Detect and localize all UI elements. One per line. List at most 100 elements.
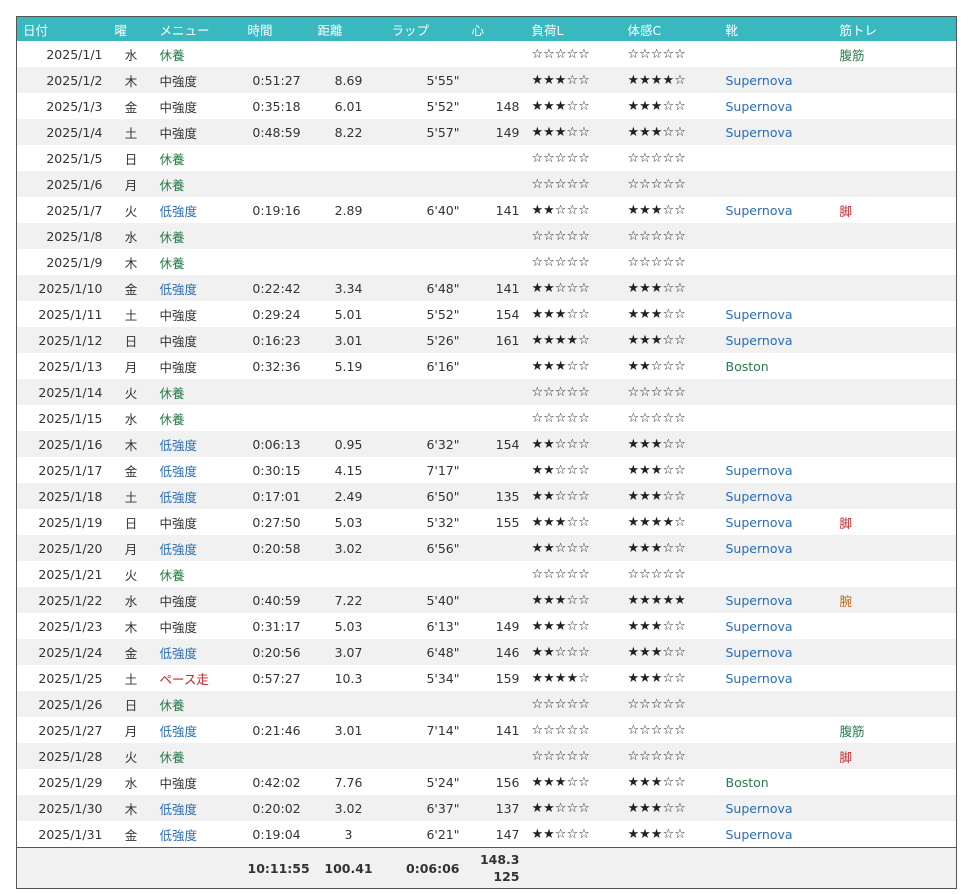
cell-strength (833, 327, 957, 353)
cell-load: ☆☆☆☆☆ (525, 379, 622, 405)
table-row[interactable]: 2025/1/6 月休養 ☆☆☆☆☆ ☆☆☆☆☆ (16, 171, 957, 197)
cell-lap: 6'32" (385, 431, 466, 457)
cell-load: ★★★☆☆ (531, 306, 590, 322)
cell-time: 0:06:13 (241, 431, 312, 457)
col-header-menu[interactable]: メニュー (153, 16, 242, 41)
table-row[interactable]: 2025/1/1 水 休養 ☆☆☆☆☆ ☆☆☆☆☆ 腹筋 (17, 41, 957, 67)
cell-shoes (719, 379, 834, 405)
cell-time: 0:40:59 (241, 587, 312, 613)
table-row[interactable]: 2025/1/13 月 中強度 0:32:36 5.19 6'16" ★★★☆☆ ★★☆☆☆ B… (17, 353, 957, 379)
col-header-distance[interactable]: 距離 (311, 16, 386, 41)
cell-load: ☆☆☆☆☆ (531, 150, 590, 166)
table-row[interactable]: 2025/1/16 木低強度 0:06:13 0.95 6'32" 154 ★★☆☆☆ ★★★… (16, 431, 957, 457)
cell-menu: 低強度 (159, 723, 198, 739)
cell-strength (834, 769, 957, 795)
cell-lap: 6'40" (426, 202, 460, 218)
cell-dow: 土 (108, 119, 154, 145)
col-header-time[interactable]: 時間 (241, 16, 312, 41)
cell-shoes: Supernova (725, 202, 793, 218)
table-row[interactable]: 2025/1/7 火 低強度 0:19:16 2.89 6'40" 141 ★★☆☆☆ ★★★☆… (17, 197, 957, 223)
table-row[interactable]: 2025/1/3 金 中強度 0:35:18 6.01 5'52" 148 ★★★☆☆ ★★★☆… (17, 93, 957, 119)
cell-distance: 5.03 (334, 618, 363, 634)
table-row[interactable]: 2025/1/18 土低強度 0:17:01 2.49 6'50" 135 ★★☆☆☆ ★★★… (16, 483, 957, 509)
table-row[interactable]: 2025/1/8 水休養 ☆☆☆☆☆ ☆☆☆☆☆ (16, 223, 957, 249)
col-header-load[interactable]: 負荷L (525, 16, 622, 41)
col-header-dow[interactable]: 曜 (108, 16, 154, 41)
cell-distance: 8.22 (311, 119, 386, 145)
cell-load: ★★★☆☆ (531, 98, 590, 114)
cell-date: 2025/1/13 (38, 358, 103, 374)
cell-load: ☆☆☆☆☆ (531, 46, 590, 62)
table-row[interactable]: 2025/1/31 金 低強度 0:19:04 3 6'21" 147 ★★☆☆☆ ★★★☆☆ S… (17, 821, 957, 848)
table-row[interactable]: 2025/1/25 土 ペース走 0:57:27 10.3 5'34" 159 ★★★★☆ ★★… (17, 665, 957, 691)
cell-lap (385, 379, 466, 405)
cell-feel: ☆☆☆☆☆ (621, 171, 720, 197)
cell-load: ☆☆☆☆☆ (531, 722, 590, 738)
cell-strength (833, 691, 957, 717)
totals-empty-dow (108, 847, 154, 889)
cell-dow: 木 (124, 619, 138, 635)
cell-feel: ★★★★☆ (627, 514, 686, 530)
cell-time (242, 405, 312, 431)
col-header-date[interactable]: 日付 (16, 16, 109, 41)
cell-distance (312, 145, 386, 171)
cell-lap (385, 691, 466, 717)
table-row[interactable]: 2025/1/9 木 休養 ☆☆☆☆☆ ☆☆☆☆☆ (17, 249, 957, 275)
totals-empty-strength (833, 847, 957, 889)
cell-feel: ☆☆☆☆☆ (621, 379, 720, 405)
cell-menu: 中強度 (159, 359, 198, 375)
table-body: 2025/1/1 水休養 ☆☆☆☆☆ ☆☆☆☆☆ 腹筋 2025/1/2 木中強度 0:51:… (16, 41, 957, 848)
cell-dow: 火 (108, 743, 154, 769)
cell-menu: 休養 (153, 691, 242, 717)
cell-heart (465, 587, 526, 613)
cell-time (242, 41, 312, 67)
cell-strength (834, 665, 957, 691)
cell-distance: 6.01 (334, 98, 363, 114)
table-row[interactable]: 2025/1/27 月 低強度 0:21:46 3.01 7'14" 141 ☆☆☆☆☆ ☆☆☆… (17, 717, 957, 743)
table-row[interactable]: 2025/1/12 日中強度 0:16:23 3.01 5'26" 161 ★★★★☆ ★★★… (16, 327, 957, 353)
col-header-lap[interactable]: ラップ (385, 16, 466, 41)
col-header-feel[interactable]: 体感C (621, 16, 720, 41)
col-header-strength[interactable]: 筋トレ (833, 16, 957, 41)
cell-distance: 5.01 (334, 306, 363, 322)
table-row[interactable]: 2025/1/28 火休養 ☆☆☆☆☆ ☆☆☆☆☆ 脚 (16, 743, 957, 769)
table-row[interactable]: 2025/1/5 日 休養 ☆☆☆☆☆ ☆☆☆☆☆ (17, 145, 957, 171)
cell-strength (834, 145, 957, 171)
col-header-heart[interactable]: 心 (465, 16, 526, 41)
table-row[interactable]: 2025/1/24 金低強度 0:20:56 3.07 6'48" 146 ★★☆☆☆ ★★★… (16, 639, 957, 665)
table-row[interactable]: 2025/1/22 水中強度 0:40:59 7.22 5'40" ★★★☆☆ ★★★★★ S… (16, 587, 957, 613)
cell-load: ★★★☆☆ (531, 514, 590, 530)
cell-date: 2025/1/1 (46, 46, 103, 62)
cell-heart (466, 561, 526, 587)
cell-feel: ★★★☆☆ (627, 618, 686, 634)
cell-lap: 7'17" (426, 462, 460, 478)
cell-heart: 155 (495, 514, 520, 530)
table-row[interactable]: 2025/1/23 木 中強度 0:31:17 5.03 6'13" 149 ★★★☆☆ ★★★… (17, 613, 957, 639)
table-row[interactable]: 2025/1/14 火休養 ☆☆☆☆☆ ☆☆☆☆☆ (16, 379, 957, 405)
table-row[interactable]: 2025/1/19 日 中強度 0:27:50 5.03 5'32" 155 ★★★☆☆ ★★★… (17, 509, 957, 535)
table-row[interactable]: 2025/1/2 木中強度 0:51:27 8.69 5'55" ★★★☆☆ ★★★★☆ Su… (16, 67, 957, 93)
table-row[interactable]: 2025/1/10 金低強度 0:22:42 3.34 6'48" 141 ★★☆☆☆ ★★★… (16, 275, 957, 301)
cell-dow: 月 (108, 535, 154, 561)
cell-shoes: Boston (725, 774, 769, 790)
cell-menu: 中強度 (159, 307, 198, 323)
cell-lap (385, 171, 466, 197)
cell-dow: 金 (124, 463, 138, 479)
table-row[interactable]: 2025/1/20 月低強度 0:20:58 3.02 6'56" ★★☆☆☆ ★★★☆☆ S… (16, 535, 957, 561)
table-row[interactable]: 2025/1/26 日休養 ☆☆☆☆☆ ☆☆☆☆☆ (16, 691, 957, 717)
table-row[interactable]: 2025/1/21 火 休養 ☆☆☆☆☆ ☆☆☆☆☆ (17, 561, 957, 587)
cell-heart: 135 (465, 483, 526, 509)
cell-heart (465, 67, 526, 93)
table-row[interactable]: 2025/1/29 水 中強度 0:42:02 7.76 5'24" 156 ★★★☆☆ ★★★… (17, 769, 957, 795)
cell-time: 0:30:15 (252, 462, 301, 478)
cell-feel: ☆☆☆☆☆ (627, 150, 686, 166)
table-row[interactable]: 2025/1/11 土 中強度 0:29:24 5.01 5'52" 154 ★★★☆☆ ★★★… (17, 301, 957, 327)
cell-lap: 5'26" (385, 327, 466, 353)
table-row[interactable]: 2025/1/17 金 低強度 0:30:15 4.15 7'17" ★★☆☆☆ ★★★☆☆ S… (17, 457, 957, 483)
cell-time: 0:27:50 (252, 514, 301, 530)
table-row[interactable]: 2025/1/4 土中強度 0:48:59 8.22 5'57" 149 ★★★☆☆ ★★★☆… (16, 119, 957, 145)
cell-lap (386, 249, 466, 275)
table-row[interactable]: 2025/1/30 木低強度 0:20:02 3.02 6'37" 137 ★★☆☆☆ ★★★… (16, 795, 957, 821)
col-header-shoes[interactable]: 靴 (719, 16, 834, 41)
table-row[interactable]: 2025/1/15 水 休養 ☆☆☆☆☆ ☆☆☆☆☆ (17, 405, 957, 431)
